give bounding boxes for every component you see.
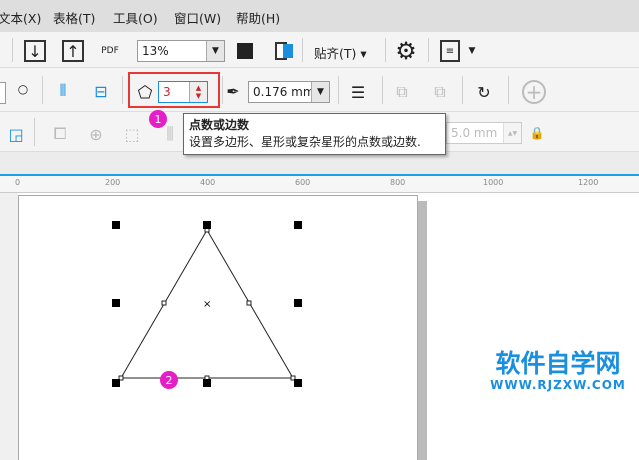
watermark-title: 软件自学网 — [495, 349, 621, 378]
step-badge-2: 2 — [160, 371, 178, 389]
watermark-url: WWW.RJZXW.COM — [490, 378, 626, 392]
watermark: 软件自学网 WWW.RJZXW.COM — [484, 349, 632, 393]
center-marker: × — [203, 299, 211, 310]
